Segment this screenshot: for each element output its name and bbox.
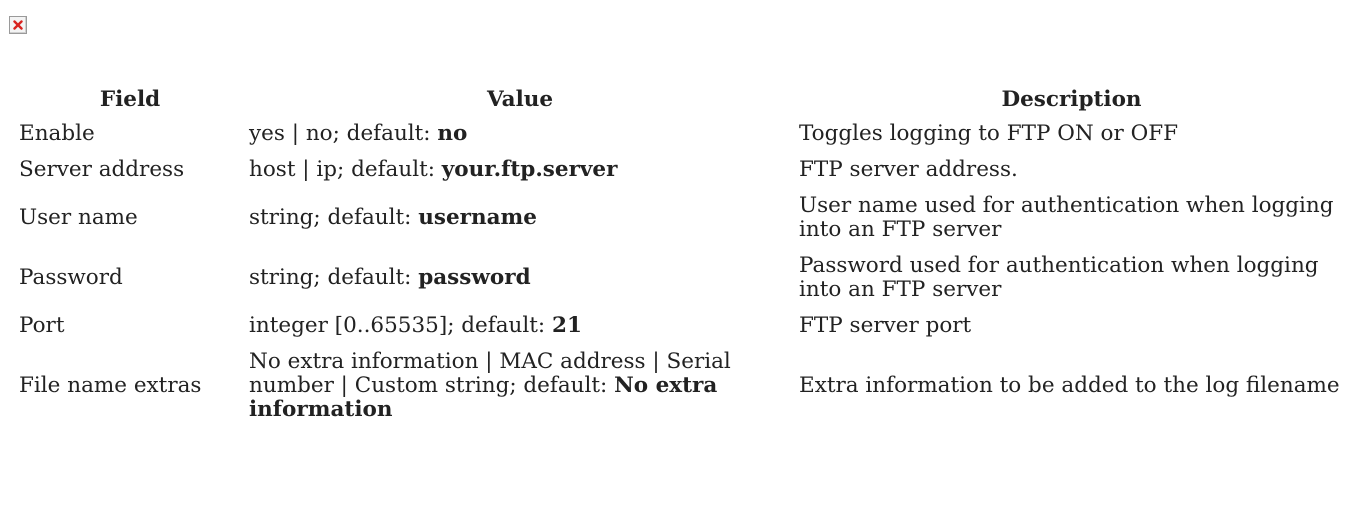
value-cell: No extra information | MAC address | Ser… — [245, 344, 795, 428]
description-cell: Extra information to be added to the log… — [799, 373, 1340, 398]
table-row: Server address host | ip; default: your.… — [15, 152, 1348, 188]
column-header-field: Field — [99, 87, 161, 112]
value-cell: string; default: username — [245, 188, 795, 248]
field-cell: Enable — [19, 121, 95, 146]
page: Field Value Description Enable yes | no;… — [0, 0, 1359, 526]
table-row: User name string; default: username User… — [15, 188, 1348, 248]
value-default: 21 — [551, 313, 582, 338]
table-header-row: Field Value Description — [15, 82, 1348, 116]
value-options: integer [0..65535]; default: — [249, 313, 552, 338]
value-cell: host | ip; default: your.ftp.server — [245, 152, 795, 188]
value-options: yes | no; default: — [249, 121, 438, 146]
table-row: Password string; default: password Passw… — [15, 248, 1348, 308]
value-options: string; default: — [249, 205, 419, 230]
value-default: no — [437, 121, 468, 146]
table-row: File name extras No extra information | … — [15, 344, 1348, 428]
description-cell: Toggles logging to FTP ON or OFF — [799, 121, 1179, 146]
field-cell: User name — [19, 205, 138, 230]
parameters-table: Field Value Description Enable yes | no;… — [15, 82, 1348, 428]
column-header-description: Description — [1001, 87, 1142, 112]
value-options: string; default: — [249, 265, 419, 290]
value-options: host | ip; default: — [249, 157, 442, 182]
description-cell: FTP server address. — [799, 157, 1018, 182]
table-row: Port integer [0..65535]; default: 21 FTP… — [15, 308, 1348, 344]
value-default: your.ftp.server — [441, 157, 618, 182]
field-cell: Password — [19, 265, 123, 290]
column-header-value: Value — [486, 87, 554, 112]
value-cell: string; default: password — [245, 248, 795, 308]
field-cell: File name extras — [19, 373, 202, 398]
value-cell: yes | no; default: no — [245, 116, 795, 152]
field-cell: Port — [19, 313, 65, 338]
description-cell: Password used for authentication when lo… — [799, 253, 1319, 302]
description-cell: User name used for authentication when l… — [799, 193, 1334, 242]
broken-image-icon — [9, 16, 27, 34]
value-default: username — [418, 205, 537, 230]
description-cell: FTP server port — [799, 313, 972, 338]
table-row: Enable yes | no; default: no Toggles log… — [15, 116, 1348, 152]
field-cell: Server address — [19, 157, 185, 182]
value-cell: integer [0..65535]; default: 21 — [245, 308, 795, 344]
value-default: password — [418, 265, 531, 290]
